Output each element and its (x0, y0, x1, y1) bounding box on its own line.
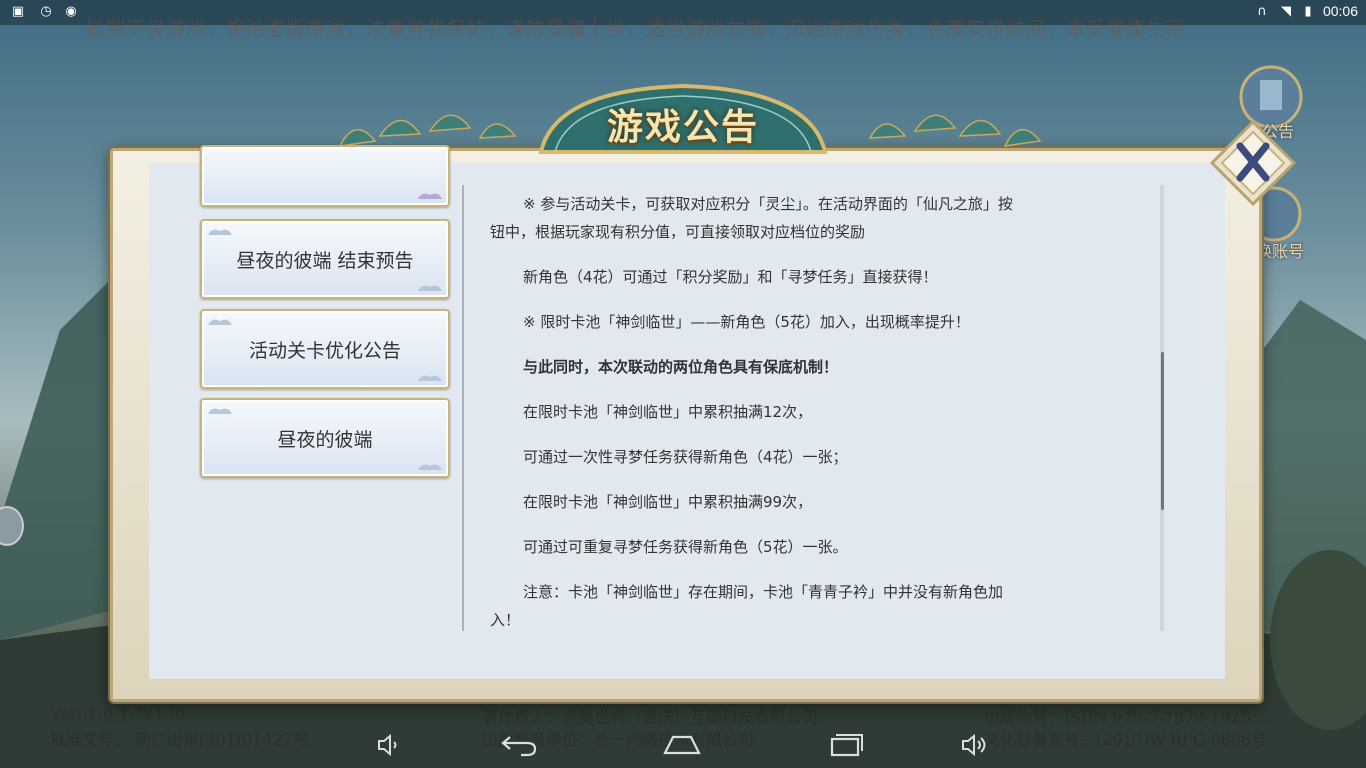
content-paragraph: 可通过可重复寻梦任务获得新角色（5花）一张。 (523, 538, 848, 556)
timer-icon: ◷ (40, 4, 52, 19)
cloud-icon (208, 319, 232, 325)
volume-up-button[interactable] (952, 730, 996, 760)
list-divider (462, 185, 464, 631)
switch-account-label: 换账号 (1256, 242, 1305, 261)
announcement-content: ※ 参与活动关卡，可获取对应积分「灵尘」。在活动界面的「仙凡之旅」按钮中，根据玩… (490, 190, 1020, 651)
content-paragraph: 注意：卡池「神剑临世」存在期间，卡池「青青子衿」中并没有新角色加入！ (490, 583, 1004, 629)
content-paragraph: ※ 参与活动关卡，可获取对应积分「灵尘」。在活动界面的「仙凡之旅」按钮中，根据玩… (490, 195, 1013, 241)
version-text: Ver: 1.6.1.72130 (50, 704, 185, 723)
back-icon (501, 736, 537, 757)
content-paragraph: 在限时卡池「神剑临世」中累积抽满99次， (523, 493, 813, 511)
volume-down-icon (378, 733, 397, 757)
list-item-3[interactable]: 昼夜的彼端 (200, 398, 450, 478)
list-item-label: 昼夜的彼端 结束预告 (236, 249, 414, 272)
chat-icon: ◉ (65, 4, 77, 19)
android-nav-bar (0, 722, 1366, 768)
list-item-1[interactable]: 昼夜的彼端 结束预告 (200, 219, 450, 299)
cloud-icon (208, 408, 232, 414)
content-paragraph: 新角色（4花）可通过「积分奖励」和「寻梦任务」直接获得！ (523, 268, 938, 286)
cloud-icon (418, 464, 442, 470)
recents-button[interactable] (824, 730, 868, 760)
dialog-title: 游戏公告 (606, 106, 759, 148)
volume-down-button[interactable] (366, 730, 410, 760)
cloud-icon (418, 285, 442, 291)
list-item-label: 活动关卡优化公告 (248, 339, 401, 362)
recents-icon (830, 734, 863, 757)
list-item-2[interactable]: 活动关卡优化公告 (200, 309, 450, 389)
content-paragraph: 在限时卡池「神剑临世」中累积抽满12次， (523, 403, 813, 421)
content-paragraph-bold: 与此同时，本次联动的两位角色具有保底机制！ (523, 358, 839, 376)
cloud-icon (418, 375, 442, 381)
cloud-icon (208, 229, 232, 235)
home-button[interactable] (660, 730, 704, 760)
content-scrollbar-thumb[interactable] (1161, 352, 1164, 510)
list-item-label: 昼夜的彼端 (277, 428, 373, 451)
back-button[interactable] (498, 730, 542, 760)
image-icon: ▣ (11, 4, 25, 19)
dialog-title-banner: 游戏公告 (535, 82, 831, 156)
content-paragraph: ※ 限时卡池「神剑临世」——新角色（5花）加入，出现概率提升！ (523, 313, 970, 331)
cloud-icon (418, 193, 442, 199)
health-notice: 抵制不良游戏，拒绝盗版游戏，注意自我保护，谨防受骗上当，适当游戏益脑，沉迷游戏伤… (86, 18, 1187, 40)
home-icon (663, 735, 701, 755)
announcement-list: 昼夜的彼端 结束预告 活动关卡优化公告 昼夜的彼端 (200, 145, 450, 485)
content-paragraph: 可通过一次性寻梦任务获得新角色（4花）一张； (523, 448, 848, 466)
status-clock: 00:06 (1322, 3, 1358, 19)
close-button[interactable] (1208, 118, 1298, 208)
list-item-partial[interactable] (200, 145, 450, 207)
volume-up-icon (962, 733, 986, 757)
